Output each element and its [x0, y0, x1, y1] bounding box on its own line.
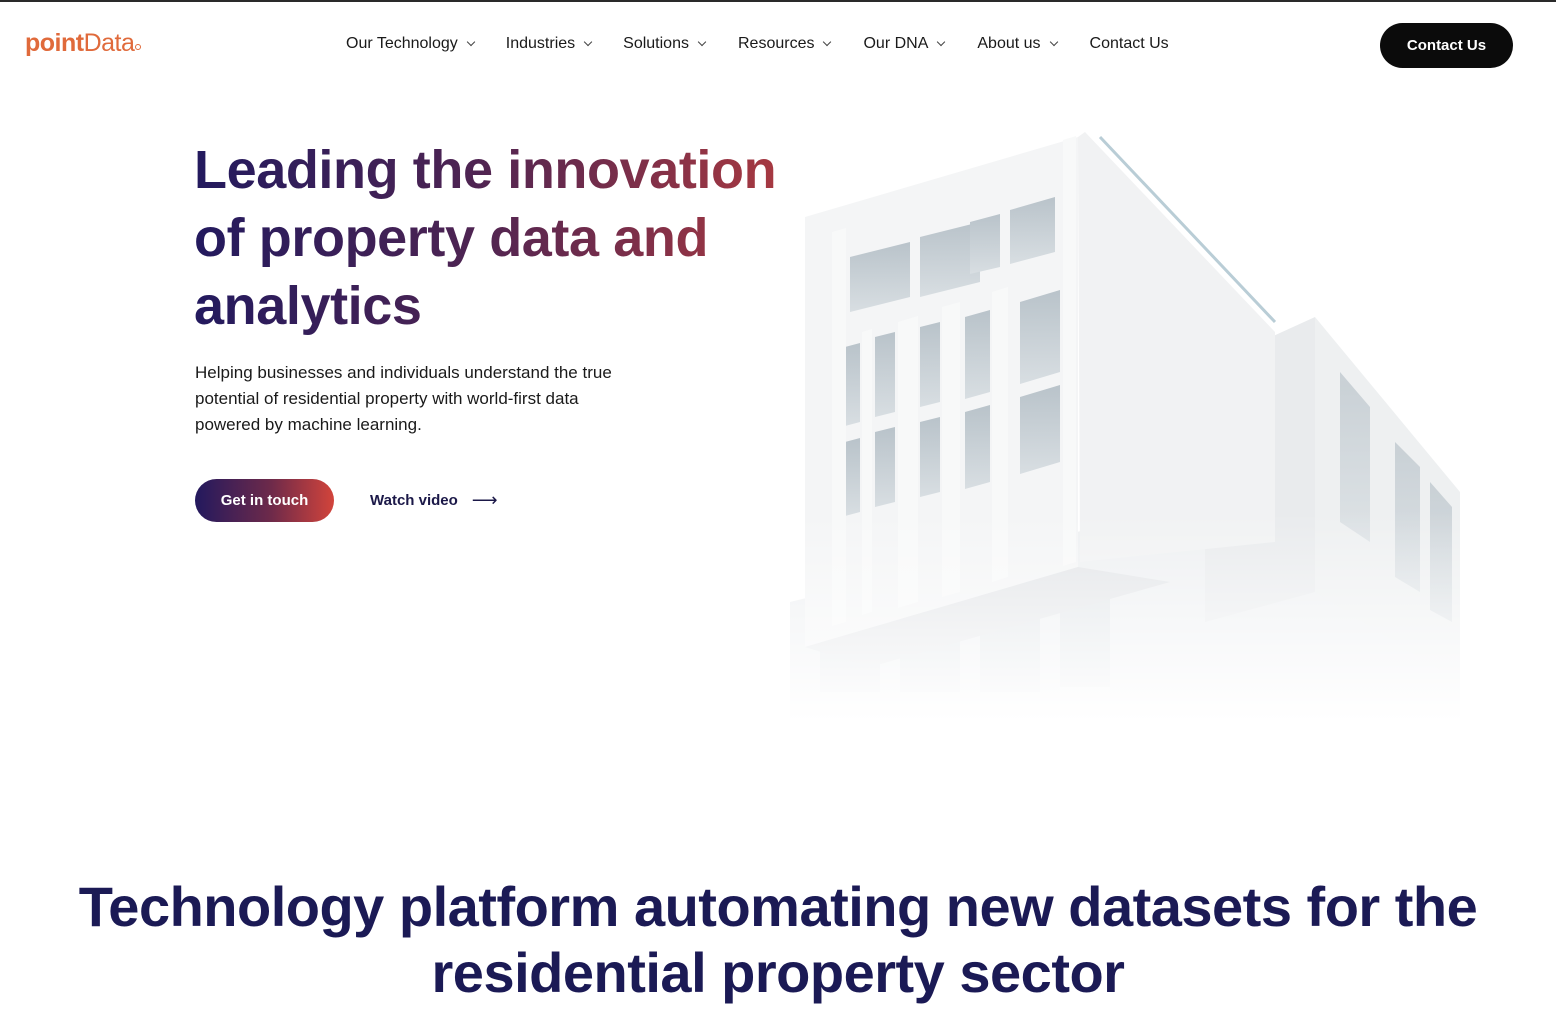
hero-subtitle: Helping businesses and individuals under…	[195, 363, 612, 434]
nav-industries[interactable]: Industries	[505, 35, 593, 53]
arrow-right-icon: ⟶	[471, 490, 498, 510]
chevron-down-icon	[1049, 37, 1058, 47]
logo-text-point: point	[25, 29, 84, 57]
pointdata-logo[interactable]: pointData	[25, 29, 142, 58]
hero-title-text: of	[194, 208, 259, 268]
nav-contact-us[interactable]: Contact Us	[1090, 35, 1169, 53]
nav-label: Contact Us	[1089, 35, 1169, 52]
hero-title-text: Leading the	[194, 140, 508, 200]
logo-text-data: Data	[83, 29, 135, 57]
site-header: pointData Our Technology Industries Solu…	[0, 2, 1556, 90]
watch-video-link[interactable]: Watch video ⟶	[370, 490, 498, 511]
hero-title-bold: analytics	[194, 276, 422, 336]
nav-label: Our Technology	[346, 35, 458, 52]
nav-label: Industries	[505, 35, 576, 52]
nav-label: Resources	[737, 35, 815, 52]
hero-title: Leading the innovation of property data …	[194, 136, 814, 340]
watch-video-label: Watch video	[370, 492, 458, 509]
hero-title-text: innovation	[507, 140, 777, 200]
section-title-bold: automating new datasets	[633, 875, 1292, 938]
nav-label: Our DNA	[863, 35, 929, 52]
chevron-down-icon	[697, 37, 707, 47]
chevron-down-icon	[937, 37, 946, 47]
section-title: Technology platform automating new datas…	[0, 874, 1556, 1006]
nav-our-dna[interactable]: Our DNA	[863, 35, 946, 53]
logo-dot-icon	[135, 44, 142, 50]
main-nav: Our Technology Industries Solutions Reso…	[346, 35, 1169, 53]
hero-title-bold: property data	[258, 208, 599, 268]
chevron-down-icon	[823, 37, 832, 47]
get-in-touch-button[interactable]: Get in touch	[195, 479, 334, 522]
hero-title-text: and	[598, 208, 709, 268]
nav-label: About us	[977, 35, 1041, 52]
section-title-text: Technology platform	[78, 875, 634, 938]
nav-our-technology[interactable]: Our Technology	[346, 35, 476, 53]
nav-label: Solutions	[623, 35, 689, 52]
nav-solutions[interactable]: Solutions	[623, 35, 707, 53]
nav-resources[interactable]: Resources	[737, 35, 832, 53]
chevron-down-icon	[466, 37, 476, 47]
image-fade-overlay	[780, 122, 1480, 722]
contact-us-button[interactable]: Contact Us	[1380, 23, 1513, 68]
building-image	[780, 122, 1480, 722]
nav-about-us[interactable]: About us	[977, 35, 1058, 53]
chevron-down-icon	[583, 37, 593, 47]
building-illustration	[780, 122, 1480, 722]
